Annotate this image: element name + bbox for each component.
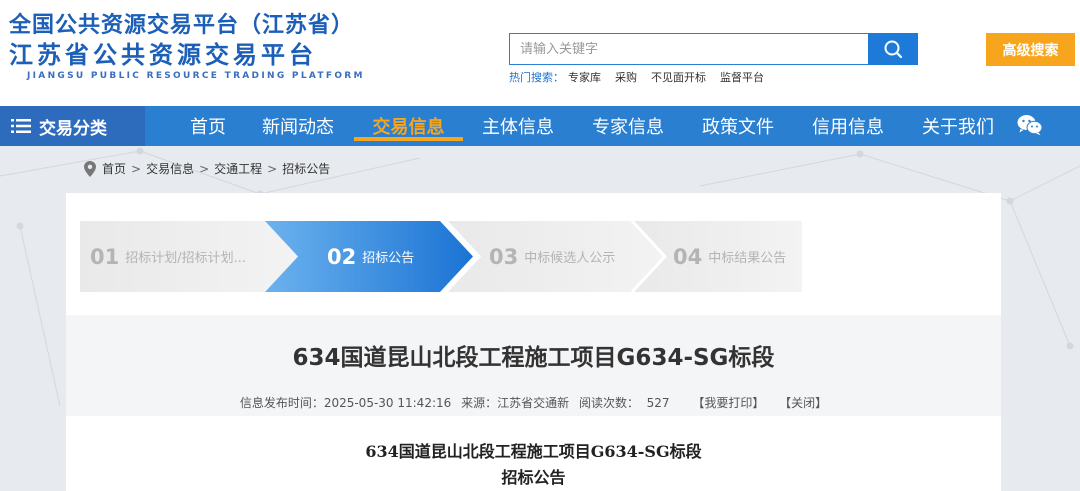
nav-item-expert-info[interactable]: 专家信息 <box>576 106 680 146</box>
step-01-number: 01 <box>90 244 120 269</box>
search-input[interactable] <box>510 34 868 64</box>
article-title: 634国道昆山北段工程施工项目G634-SG标段 <box>292 345 775 371</box>
advanced-search-button[interactable]: 高级搜索 <box>986 33 1075 66</box>
step-02-label[interactable]: 02 招标公告 <box>327 221 414 292</box>
hot-search: 热门搜索： 专家库 采购 不见面开标 监督平台 <box>509 69 764 85</box>
hot-search-item-expert-db[interactable]: 专家库 <box>568 71 601 84</box>
wechat-button[interactable] <box>1016 111 1044 139</box>
search-button[interactable] <box>868 33 918 65</box>
nav-item-home[interactable]: 首页 <box>168 106 248 146</box>
step-03-number: 03 <box>489 244 519 269</box>
article-meta: 信息发布时间：2025-05-30 11:42:16 来源：江苏省交通新 阅读次… <box>66 394 1001 411</box>
step-02-text: 招标公告 <box>362 251 415 266</box>
step-03-label[interactable]: 03 中标候选人公示 <box>489 221 615 292</box>
step-04-number: 04 <box>673 244 703 269</box>
document-title: 634国道昆山北段工程施工项目G634-SG标段 <box>365 442 702 461</box>
step-03-text: 中标候选人公示 <box>524 251 616 266</box>
step-02-number: 02 <box>327 244 357 269</box>
search-icon <box>884 40 903 59</box>
nav-item-entity-info[interactable]: 主体信息 <box>466 106 570 146</box>
trade-category-label: 交易分类 <box>39 118 107 139</box>
nav-active-underline <box>354 137 463 141</box>
logo-title-national: 全国公共资源交易平台（江苏省） <box>9 13 355 38</box>
location-pin-icon <box>84 160 96 177</box>
document-subtitle: 招标公告 <box>501 468 566 487</box>
nav-item-policy[interactable]: 政策文件 <box>686 106 790 146</box>
close-button[interactable]: 【关闭】 <box>779 396 827 410</box>
nav-item-credit[interactable]: 信用信息 <box>796 106 900 146</box>
breadcrumb-separator: > <box>131 161 142 176</box>
process-steps: 01 招标计划/招标计划... 02 招标公告 03 中标候选人公示 04 中标… <box>80 221 810 292</box>
hot-search-item-remote-bid-opening[interactable]: 不见面开标 <box>651 71 706 84</box>
breadcrumb-trade-info[interactable]: 交易信息 <box>146 160 194 177</box>
hot-search-label: 热门搜索： <box>509 71 564 84</box>
nav-item-news[interactable]: 新闻动态 <box>248 106 348 146</box>
search-box <box>509 33 869 65</box>
hot-search-item-procurement[interactable]: 采购 <box>615 71 637 84</box>
article-source: 来源：江苏省交通新 <box>461 396 570 410</box>
breadcrumb-transport-engineering[interactable]: 交通工程 <box>214 160 262 177</box>
trade-category-menu[interactable]: 交易分类 <box>0 106 145 146</box>
nav-item-about[interactable]: 关于我们 <box>906 106 1010 146</box>
breadcrumb-bid-announcement[interactable]: 招标公告 <box>282 160 330 177</box>
logo-title-jiangsu: 江苏省公共资源交易平台 <box>9 41 317 69</box>
breadcrumb-home[interactable]: 首页 <box>102 160 126 177</box>
step-04-text: 中标结果公告 <box>708 251 787 266</box>
hot-search-item-supervision[interactable]: 监督平台 <box>720 71 764 84</box>
step-04-label[interactable]: 04 中标结果公告 <box>673 221 786 292</box>
site-header: 全国公共资源交易平台（江苏省） 江苏省公共资源交易平台 JIANGSU PUBL… <box>0 0 1080 106</box>
step-01-text: 招标计划/招标计划... <box>125 251 247 266</box>
breadcrumb: 首页 > 交易信息 > 交通工程 > 招标公告 <box>84 160 330 177</box>
print-button[interactable]: 【我要打印】 <box>692 396 764 410</box>
wechat-icon <box>1017 115 1043 136</box>
publish-time: 信息发布时间：2025-05-30 11:42:16 <box>239 396 452 410</box>
breadcrumb-separator: > <box>267 161 278 176</box>
site-logo[interactable]: 全国公共资源交易平台（江苏省） 江苏省公共资源交易平台 JIANGSU PUBL… <box>9 12 365 82</box>
step-01-label[interactable]: 01 招标计划/招标计划... <box>90 221 246 292</box>
logo-title-english: JIANGSU PUBLIC RESOURCE TRADING PLATFORM <box>27 71 365 81</box>
main-nav: 交易分类 首页 新闻动态 交易信息 主体信息 专家信息 政策文件 信用信息 关于… <box>0 106 1080 146</box>
breadcrumb-separator: > <box>199 161 210 176</box>
list-menu-icon <box>11 119 31 133</box>
view-count: 阅读次数： 527 <box>578 396 670 410</box>
